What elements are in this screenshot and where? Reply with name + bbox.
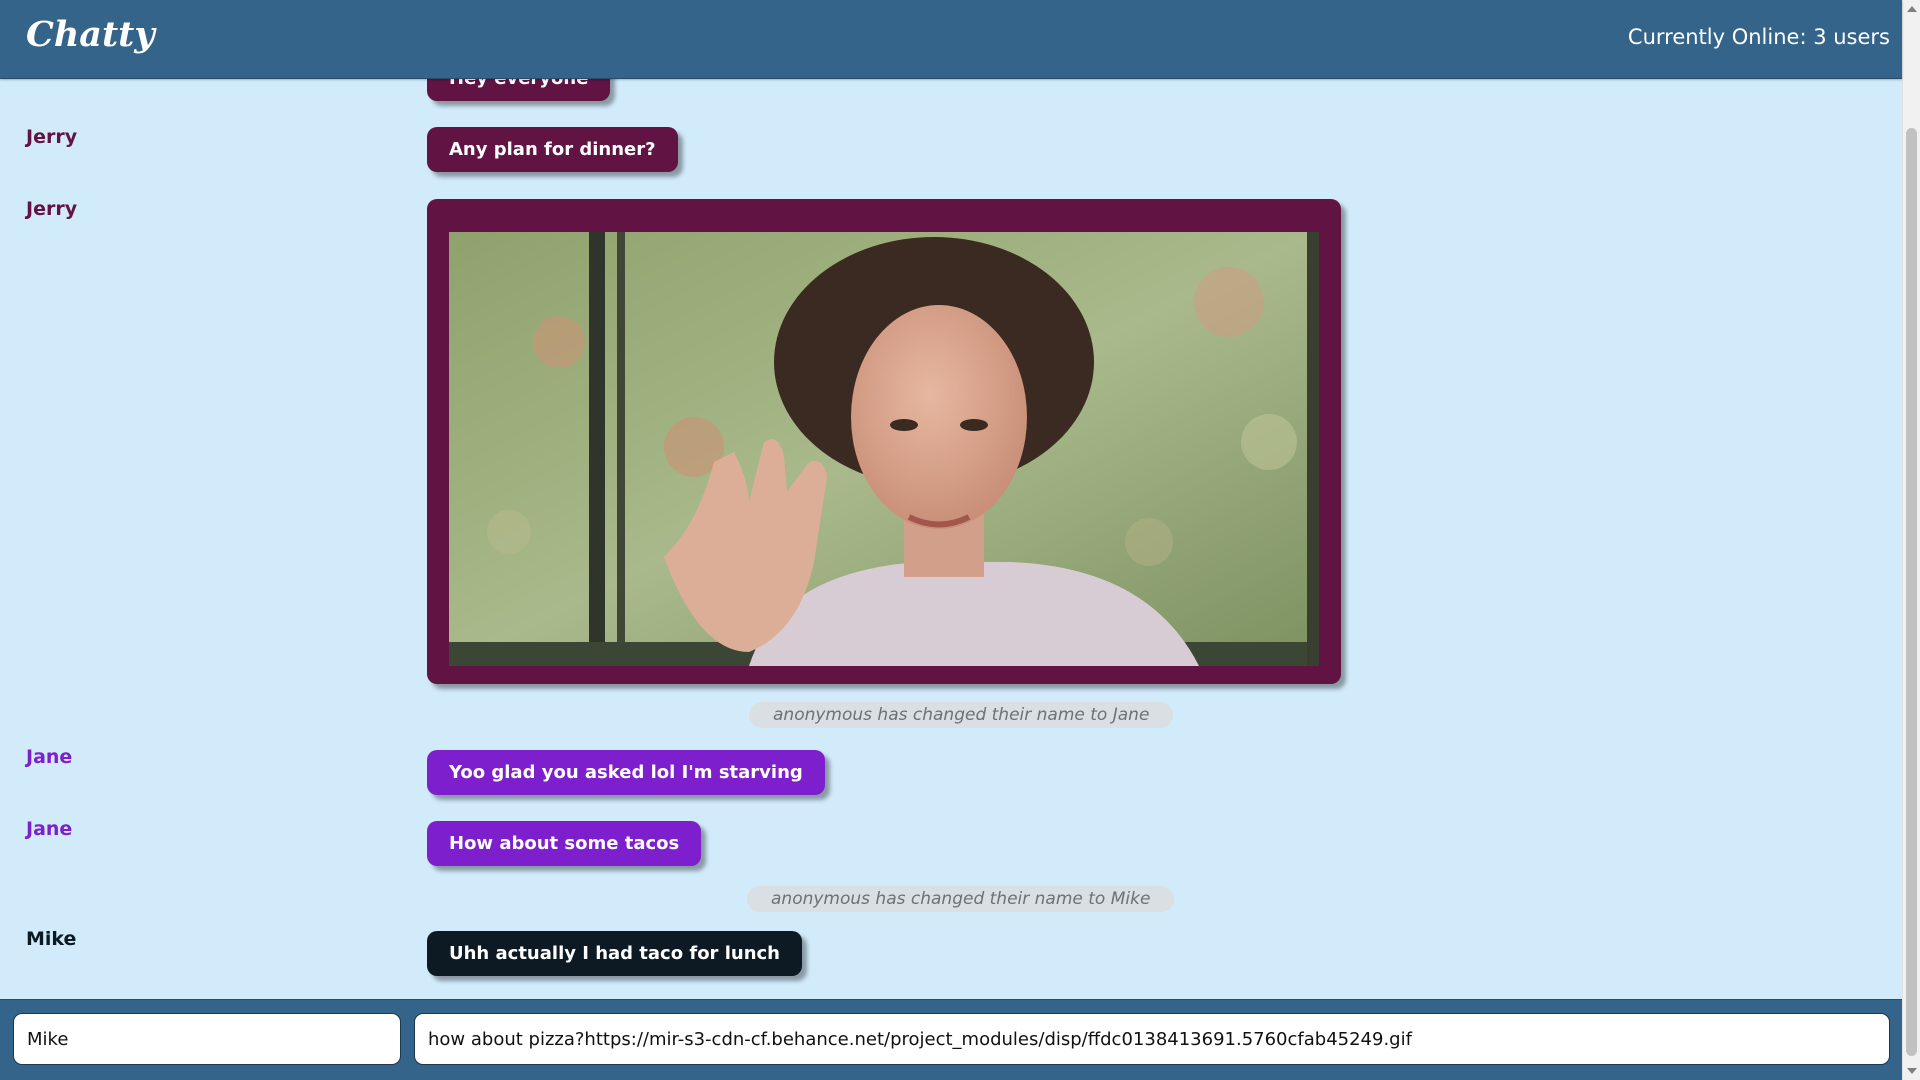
message-input[interactable] xyxy=(414,1013,1890,1065)
message-bubble: Uhh actually I had taco for lunch xyxy=(427,931,802,976)
message-bubble: Any plan for dinner? xyxy=(427,127,678,172)
image-message-bubble xyxy=(427,199,1341,684)
gif-photo xyxy=(449,232,1319,666)
app-header: Chatty Currently Online: 3 users xyxy=(0,0,1902,79)
app-logo: Chatty xyxy=(26,14,155,55)
message-bubble: Hey everyone xyxy=(427,79,611,101)
gif-image xyxy=(449,232,1319,666)
message-username: Mike xyxy=(26,928,77,950)
scrollbar-thumb[interactable] xyxy=(1906,128,1917,1056)
scroll-down-arrow-icon[interactable] xyxy=(1907,1068,1917,1074)
message-list[interactable]: Hey everyone Jerry Any plan for dinner? … xyxy=(0,79,1902,999)
message-username: Jane xyxy=(26,746,73,768)
message-username: Jerry xyxy=(26,198,78,220)
username-input[interactable] xyxy=(13,1013,401,1065)
message-bubble: Yoo glad you asked lol I'm starving xyxy=(427,750,825,795)
system-notice: anonymous has changed their name to Jane xyxy=(749,702,1174,728)
system-notice: anonymous has changed their name to Mike xyxy=(747,886,1175,912)
composer-bar xyxy=(0,999,1902,1080)
message-bubble: How about some tacos xyxy=(427,821,702,866)
message-username: Jerry xyxy=(26,126,78,148)
message-username: Jane xyxy=(26,818,73,840)
online-count: Currently Online: 3 users xyxy=(1627,25,1890,49)
vertical-scrollbar[interactable] xyxy=(1902,0,1920,1080)
scroll-up-arrow-icon[interactable] xyxy=(1907,6,1917,12)
